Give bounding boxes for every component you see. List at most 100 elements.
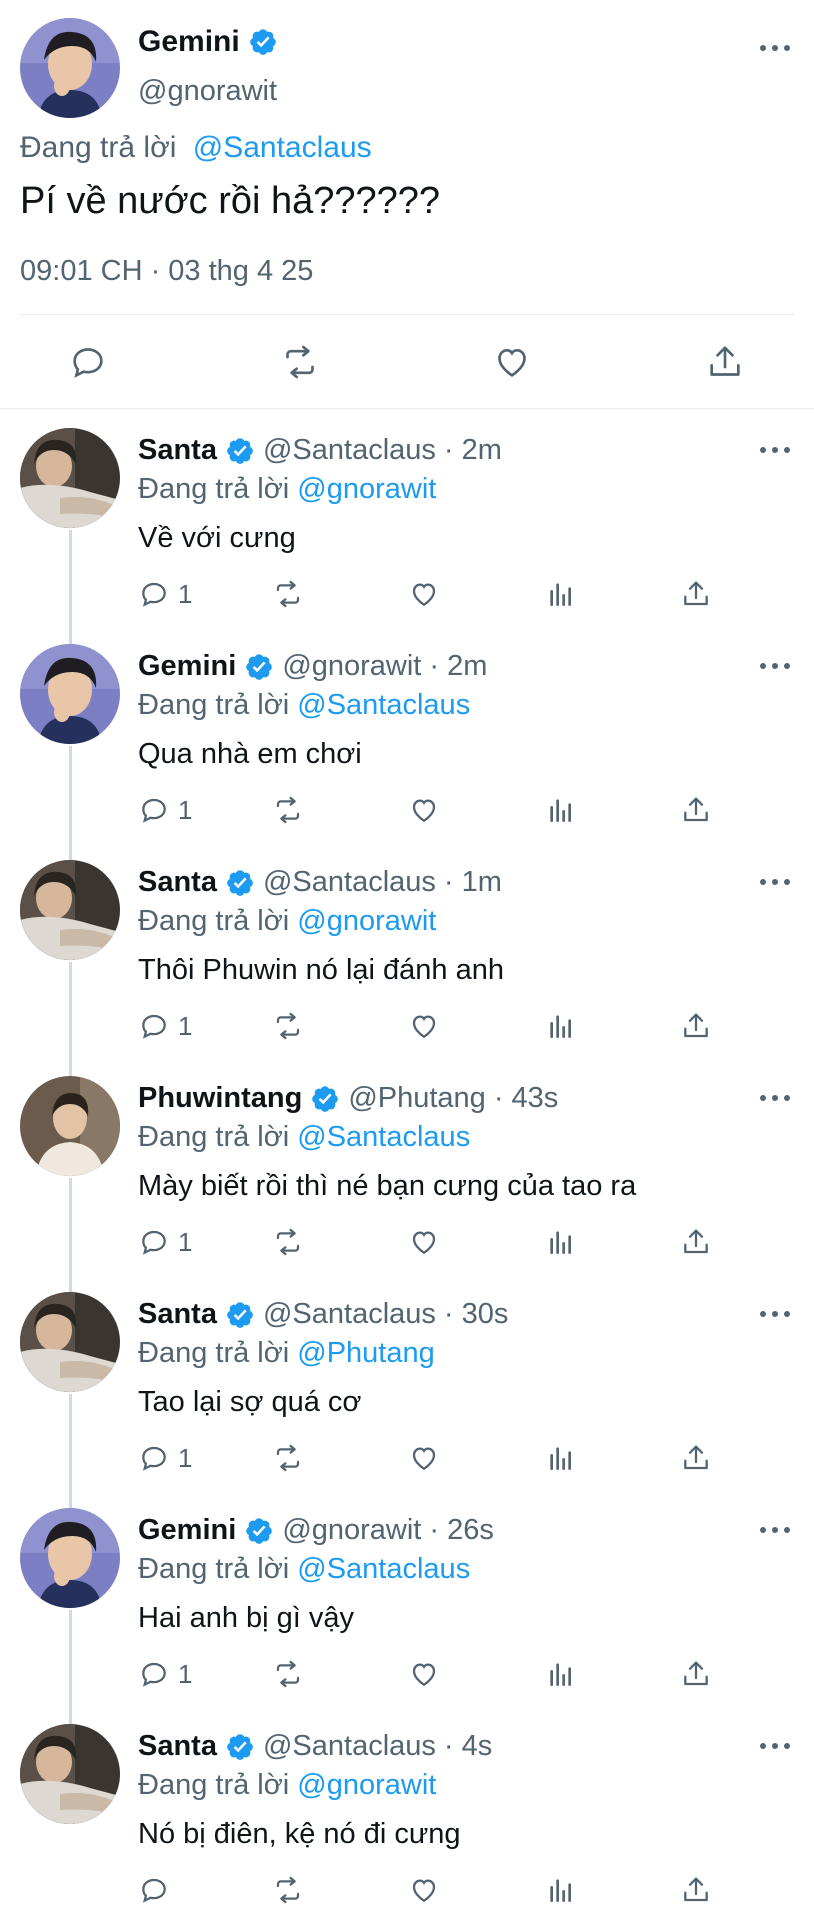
more-options-icon[interactable] xyxy=(760,38,790,58)
mention-link[interactable]: @gnorawit xyxy=(297,1769,436,1801)
author-handle[interactable]: @Santaclaus xyxy=(263,1298,436,1331)
author-line[interactable]: Santa @Santaclaus · 30s xyxy=(138,1298,508,1331)
avatar[interactable] xyxy=(20,860,120,960)
more-options-icon[interactable] xyxy=(760,872,790,892)
mention-link[interactable]: @Santaclaus xyxy=(297,689,470,721)
like-icon[interactable] xyxy=(490,340,534,384)
reply-time[interactable]: · 2m xyxy=(444,434,502,467)
author-handle[interactable]: @gnorawit xyxy=(138,75,277,108)
author-line[interactable]: Santa @Santaclaus · 1m xyxy=(138,866,502,899)
share-icon[interactable] xyxy=(680,1656,712,1692)
author-handle[interactable]: @Santaclaus xyxy=(263,434,436,467)
like-icon[interactable] xyxy=(408,792,440,828)
share-icon[interactable] xyxy=(680,1440,712,1476)
reply-tweet[interactable]: Gemini @gnorawit · 26s Đang trả lời @Santac… xyxy=(0,1498,814,1724)
author-handle[interactable]: @gnorawit xyxy=(282,650,421,683)
author-name[interactable]: Phuwintang xyxy=(138,1082,302,1115)
reply-tweet[interactable]: Phuwintang @Phutang · 43s Đang trả lời @San… xyxy=(0,1066,814,1292)
like-icon[interactable] xyxy=(408,1872,440,1908)
reply-tweet[interactable]: Santa @Santaclaus · 30s Đang trả lời @Phuta… xyxy=(0,1282,814,1508)
reply-icon[interactable]: 1 xyxy=(138,1440,192,1476)
like-icon[interactable] xyxy=(408,1656,440,1692)
views-icon[interactable] xyxy=(545,1872,577,1908)
author-handle[interactable]: @Santaclaus xyxy=(263,866,436,899)
share-icon[interactable] xyxy=(703,340,747,384)
like-icon[interactable] xyxy=(408,1224,440,1260)
mention-link[interactable]: @gnorawit xyxy=(297,905,436,937)
share-icon[interactable] xyxy=(680,1872,712,1908)
more-options-icon[interactable] xyxy=(760,1736,790,1756)
retweet-icon[interactable] xyxy=(272,1008,304,1044)
retweet-icon[interactable] xyxy=(272,1872,304,1908)
author-handle[interactable]: @Phutang xyxy=(348,1082,485,1115)
mention-link[interactable]: @Santaclaus xyxy=(193,131,372,164)
more-options-icon[interactable] xyxy=(760,440,790,460)
reply-time[interactable]: · 43s xyxy=(494,1082,558,1115)
avatar[interactable] xyxy=(20,18,120,118)
author-line[interactable]: Gemini @gnorawit · 2m xyxy=(138,650,487,683)
reply-tweet[interactable]: Santa @Santaclaus · 4s Đang trả lời @gnoraw… xyxy=(0,1714,814,1920)
mention-link[interactable]: @gnorawit xyxy=(297,473,436,505)
views-icon[interactable] xyxy=(545,1656,577,1692)
reply-icon[interactable]: 1 xyxy=(138,792,192,828)
author-line[interactable]: Santa @Santaclaus · 4s xyxy=(138,1730,492,1763)
reply-time[interactable]: · 2m xyxy=(429,650,487,683)
share-icon[interactable] xyxy=(680,1008,712,1044)
author-name[interactable]: Santa xyxy=(138,434,217,467)
author-name[interactable]: Gemini xyxy=(138,650,236,683)
share-icon[interactable] xyxy=(680,576,712,612)
reply-icon[interactable]: 1 xyxy=(138,576,192,612)
avatar[interactable] xyxy=(20,1076,120,1176)
reply-time[interactable]: · 26s xyxy=(429,1514,493,1547)
avatar[interactable] xyxy=(20,644,120,744)
mention-link[interactable]: @Santaclaus xyxy=(297,1121,470,1153)
reply-tweet[interactable]: Gemini @gnorawit · 2m Đang trả lời @Santacl… xyxy=(0,634,814,860)
retweet-icon[interactable] xyxy=(272,1224,304,1260)
retweet-icon[interactable] xyxy=(272,576,304,612)
mention-link[interactable]: @Phutang xyxy=(297,1337,434,1369)
reply-time[interactable]: · 1m xyxy=(444,866,502,899)
views-icon[interactable] xyxy=(545,1224,577,1260)
like-icon[interactable] xyxy=(408,576,440,612)
author-name[interactable]: Santa xyxy=(138,866,217,899)
reply-time[interactable]: · 30s xyxy=(444,1298,508,1331)
like-icon[interactable] xyxy=(408,1440,440,1476)
share-icon[interactable] xyxy=(680,792,712,828)
avatar[interactable] xyxy=(20,1292,120,1392)
more-options-icon[interactable] xyxy=(760,656,790,676)
avatar[interactable] xyxy=(20,1508,120,1608)
reply-icon[interactable]: 1 xyxy=(138,1656,192,1692)
retweet-icon[interactable] xyxy=(272,792,304,828)
retweet-icon[interactable] xyxy=(272,1440,304,1476)
reply-tweet[interactable]: Santa @Santaclaus · 2m Đang trả lời @gnoraw… xyxy=(0,418,814,644)
author-name[interactable]: Gemini xyxy=(138,1514,236,1547)
author-handle[interactable]: @gnorawit xyxy=(282,1514,421,1547)
reply-tweet[interactable]: Santa @Santaclaus · 1m Đang trả lời @gnoraw… xyxy=(0,850,814,1076)
retweet-icon[interactable] xyxy=(272,1656,304,1692)
reply-icon[interactable] xyxy=(138,1872,178,1908)
like-icon[interactable] xyxy=(408,1008,440,1044)
views-icon[interactable] xyxy=(545,792,577,828)
author-handle[interactable]: @Santaclaus xyxy=(263,1730,436,1763)
more-options-icon[interactable] xyxy=(760,1520,790,1540)
tweet-timestamp[interactable]: 09:01 CH · 03 thg 4 25 xyxy=(20,255,313,288)
reply-icon[interactable]: 1 xyxy=(138,1224,192,1260)
views-icon[interactable] xyxy=(545,1440,577,1476)
author-line[interactable]: Phuwintang @Phutang · 43s xyxy=(138,1082,558,1115)
share-icon[interactable] xyxy=(680,1224,712,1260)
mention-link[interactable]: @Santaclaus xyxy=(297,1553,470,1585)
author-line[interactable]: Gemini @gnorawit · 26s xyxy=(138,1514,494,1547)
reply-icon[interactable] xyxy=(66,340,110,384)
views-icon[interactable] xyxy=(545,576,577,612)
avatar[interactable] xyxy=(20,1724,120,1824)
author-name[interactable]: Santa xyxy=(138,1298,217,1331)
views-icon[interactable] xyxy=(545,1008,577,1044)
avatar[interactable] xyxy=(20,428,120,528)
reply-time[interactable]: · 4s xyxy=(444,1730,492,1763)
more-options-icon[interactable] xyxy=(760,1304,790,1324)
more-options-icon[interactable] xyxy=(760,1088,790,1108)
author-name[interactable]: Santa xyxy=(138,1730,217,1763)
author-line[interactable]: Santa @Santaclaus · 2m xyxy=(138,434,502,467)
reply-icon[interactable]: 1 xyxy=(138,1008,192,1044)
retweet-icon[interactable] xyxy=(278,340,322,384)
